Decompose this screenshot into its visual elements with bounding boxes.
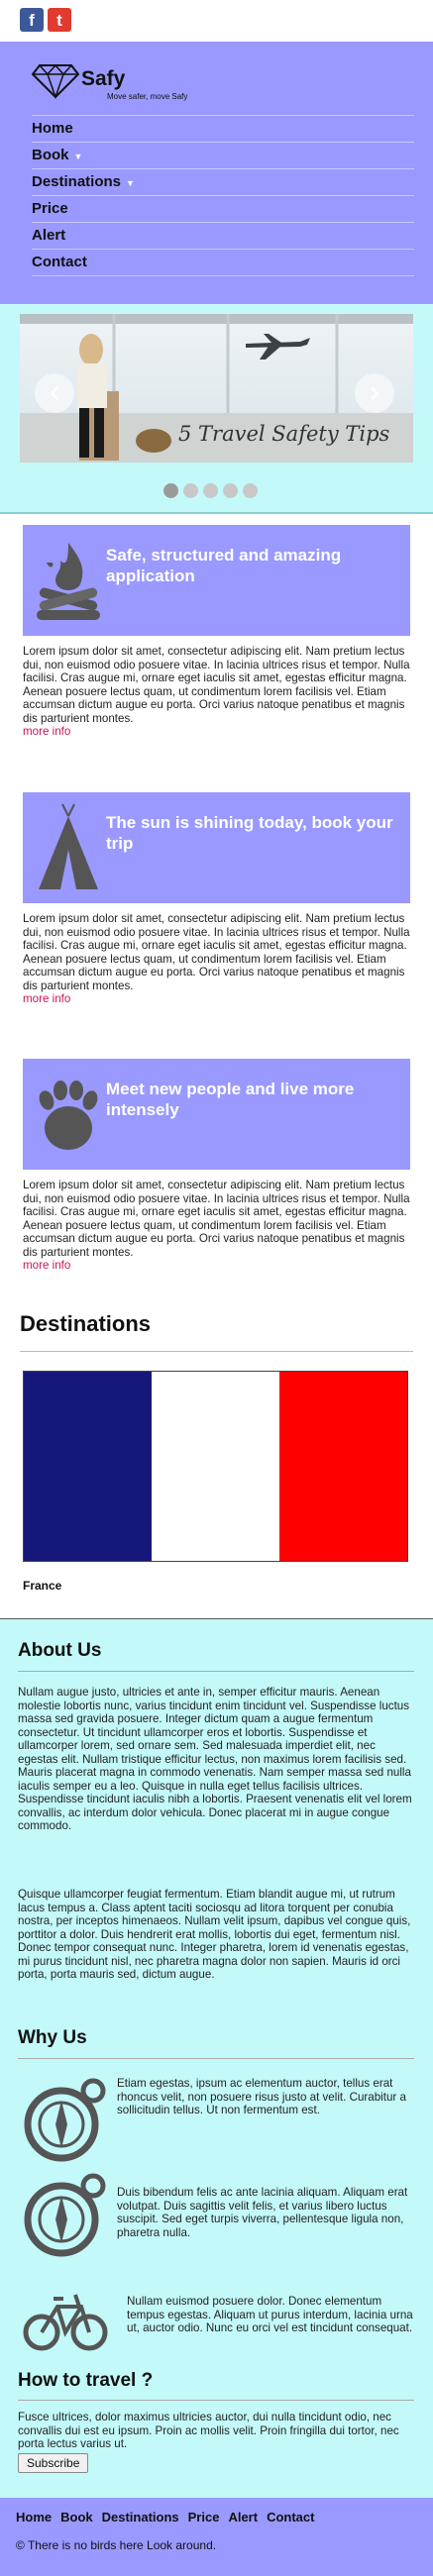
destination-name[interactable]: France: [23, 1579, 61, 1593]
paw-icon: [39, 1081, 98, 1150]
travel-title: How to travel ?: [18, 2370, 154, 2391]
bicycle-icon: [23, 2294, 108, 2351]
more-info-link[interactable]: more info: [23, 1259, 410, 1272]
divider: [18, 2400, 414, 2401]
slider-dot[interactable]: [223, 483, 238, 498]
nav-label: Home: [32, 120, 73, 137]
brand-name[interactable]: Safy: [81, 67, 125, 91]
feature-card: The sun is shining today, book your trip…: [23, 792, 410, 1005]
nav-label: Destinations: [32, 173, 122, 190]
footer-link-home[interactable]: Home: [16, 2510, 52, 2524]
site-footer: Home Book Destinations Price Alert Contact © …: [0, 2498, 433, 2576]
social-bar: f t: [0, 0, 433, 42]
brand-slogan: Move safer, move Safy: [107, 92, 188, 101]
feature-title: Safe, structured and amazing application: [106, 546, 342, 585]
france-flag[interactable]: [23, 1371, 408, 1562]
slider-prev-button[interactable]: ‹: [35, 373, 74, 413]
facebook-icon[interactable]: f: [20, 8, 44, 32]
divider: [18, 1671, 414, 1672]
flag-stripe-blue: [24, 1372, 152, 1561]
footer-nav: Home Book Destinations Price Alert Contact: [16, 2510, 323, 2524]
nav-item-home[interactable]: Home: [32, 116, 414, 143]
about-paragraph-1: Nullam augue justo, ultricies et ante in…: [18, 1686, 412, 1832]
tent-icon: [39, 803, 98, 889]
footer-link-price[interactable]: Price: [188, 2510, 220, 2524]
slider-next-button[interactable]: ›: [355, 373, 394, 413]
about-title: About Us: [18, 1640, 102, 1661]
why-title: Why Us: [18, 2027, 87, 2048]
more-info-link[interactable]: more info: [23, 725, 410, 738]
feature-title: The sun is shining today, book your trip: [106, 813, 393, 853]
feature-text: Lorem ipsum dolor sit amet, consectetur …: [23, 1179, 410, 1259]
footer-link-alert[interactable]: Alert: [228, 2510, 258, 2524]
feature-text: Lorem ipsum dolor sit amet, consectetur …: [23, 645, 410, 725]
feature-banner: The sun is shining today, book your trip: [23, 792, 410, 903]
nav-label: Price: [32, 200, 68, 217]
nav-label: Contact: [32, 254, 87, 270]
nav-label: Book: [32, 147, 69, 163]
feature-banner: Meet new people and live more intensely: [23, 1059, 410, 1170]
caret-down-icon: ▼: [73, 152, 83, 161]
nav-item-destinations[interactable]: Destinations ▼: [32, 169, 414, 196]
nav-label: Alert: [32, 227, 66, 244]
destinations-title: Destinations: [20, 1311, 152, 1336]
compass-icon: [24, 2078, 106, 2162]
divider: [18, 2058, 414, 2059]
feature-banner: Safe, structured and amazing application: [23, 525, 410, 636]
slider-dot[interactable]: [183, 483, 198, 498]
image-slider: 5 Travel Safety Tips ‹ ›: [0, 304, 433, 514]
compass-icon: [24, 2173, 106, 2257]
more-info-link[interactable]: more info: [23, 992, 410, 1005]
travel-text: Fusce ultrices, dolor maximus ultricies …: [18, 2411, 399, 2450]
caret-down-icon: ▼: [126, 178, 135, 188]
footer-link-contact[interactable]: Contact: [267, 2510, 314, 2524]
nav-item-contact[interactable]: Contact: [32, 250, 414, 276]
why-item-text: Duis bibendum felis ac ante lacinia aliq…: [117, 2186, 408, 2239]
divider: [0, 512, 433, 514]
diamond-logo-icon[interactable]: [32, 63, 79, 99]
twitter-icon[interactable]: t: [48, 8, 71, 32]
nav-item-book[interactable]: Book ▼: [32, 143, 414, 169]
divider: [20, 1351, 413, 1352]
footer-link-book[interactable]: Book: [60, 2510, 93, 2524]
why-item-text: Nullam euismod posuere dolor. Donec elem…: [127, 2295, 413, 2334]
subscribe-button[interactable]: Subscribe: [18, 2453, 89, 2473]
flag-stripe-red: [279, 1372, 407, 1561]
slider-dot[interactable]: [163, 483, 178, 498]
slider-dot[interactable]: [203, 483, 218, 498]
about-section: About Us Nullam augue justo, ultricies e…: [0, 1618, 433, 2498]
nav-item-alert[interactable]: Alert: [32, 223, 414, 250]
slider-dots: [163, 483, 263, 499]
feature-card: Safe, structured and amazing application…: [23, 525, 410, 738]
main-nav: Home Book ▼ Destinations ▼ Price Alert Con…: [32, 115, 414, 276]
slide-caption: 5 Travel Safety Tips: [178, 422, 390, 446]
copyright-text: © There is no birds here Look around.: [16, 2538, 217, 2552]
site-header: Safy Move safer, move Safy Home Book ▼ De…: [0, 42, 433, 304]
campfire-icon: [37, 543, 100, 620]
slide-image: 5 Travel Safety Tips ‹ ›: [20, 314, 413, 463]
nav-item-price[interactable]: Price: [32, 196, 414, 223]
feature-text: Lorem ipsum dolor sit amet, consectetur …: [23, 912, 410, 992]
slider-dot[interactable]: [243, 483, 258, 498]
why-item-text: Etiam egestas, ipsum ac elementum auctor…: [117, 2077, 406, 2116]
about-paragraph-2: Quisque ullamcorper feugiat fermentum. E…: [18, 1888, 411, 1981]
footer-link-destinations[interactable]: Destinations: [102, 2510, 179, 2524]
feature-title: Meet new people and live more intensely: [106, 1080, 355, 1119]
flag-stripe-white: [152, 1372, 279, 1561]
feature-card: Meet new people and live more intensely …: [23, 1059, 410, 1272]
